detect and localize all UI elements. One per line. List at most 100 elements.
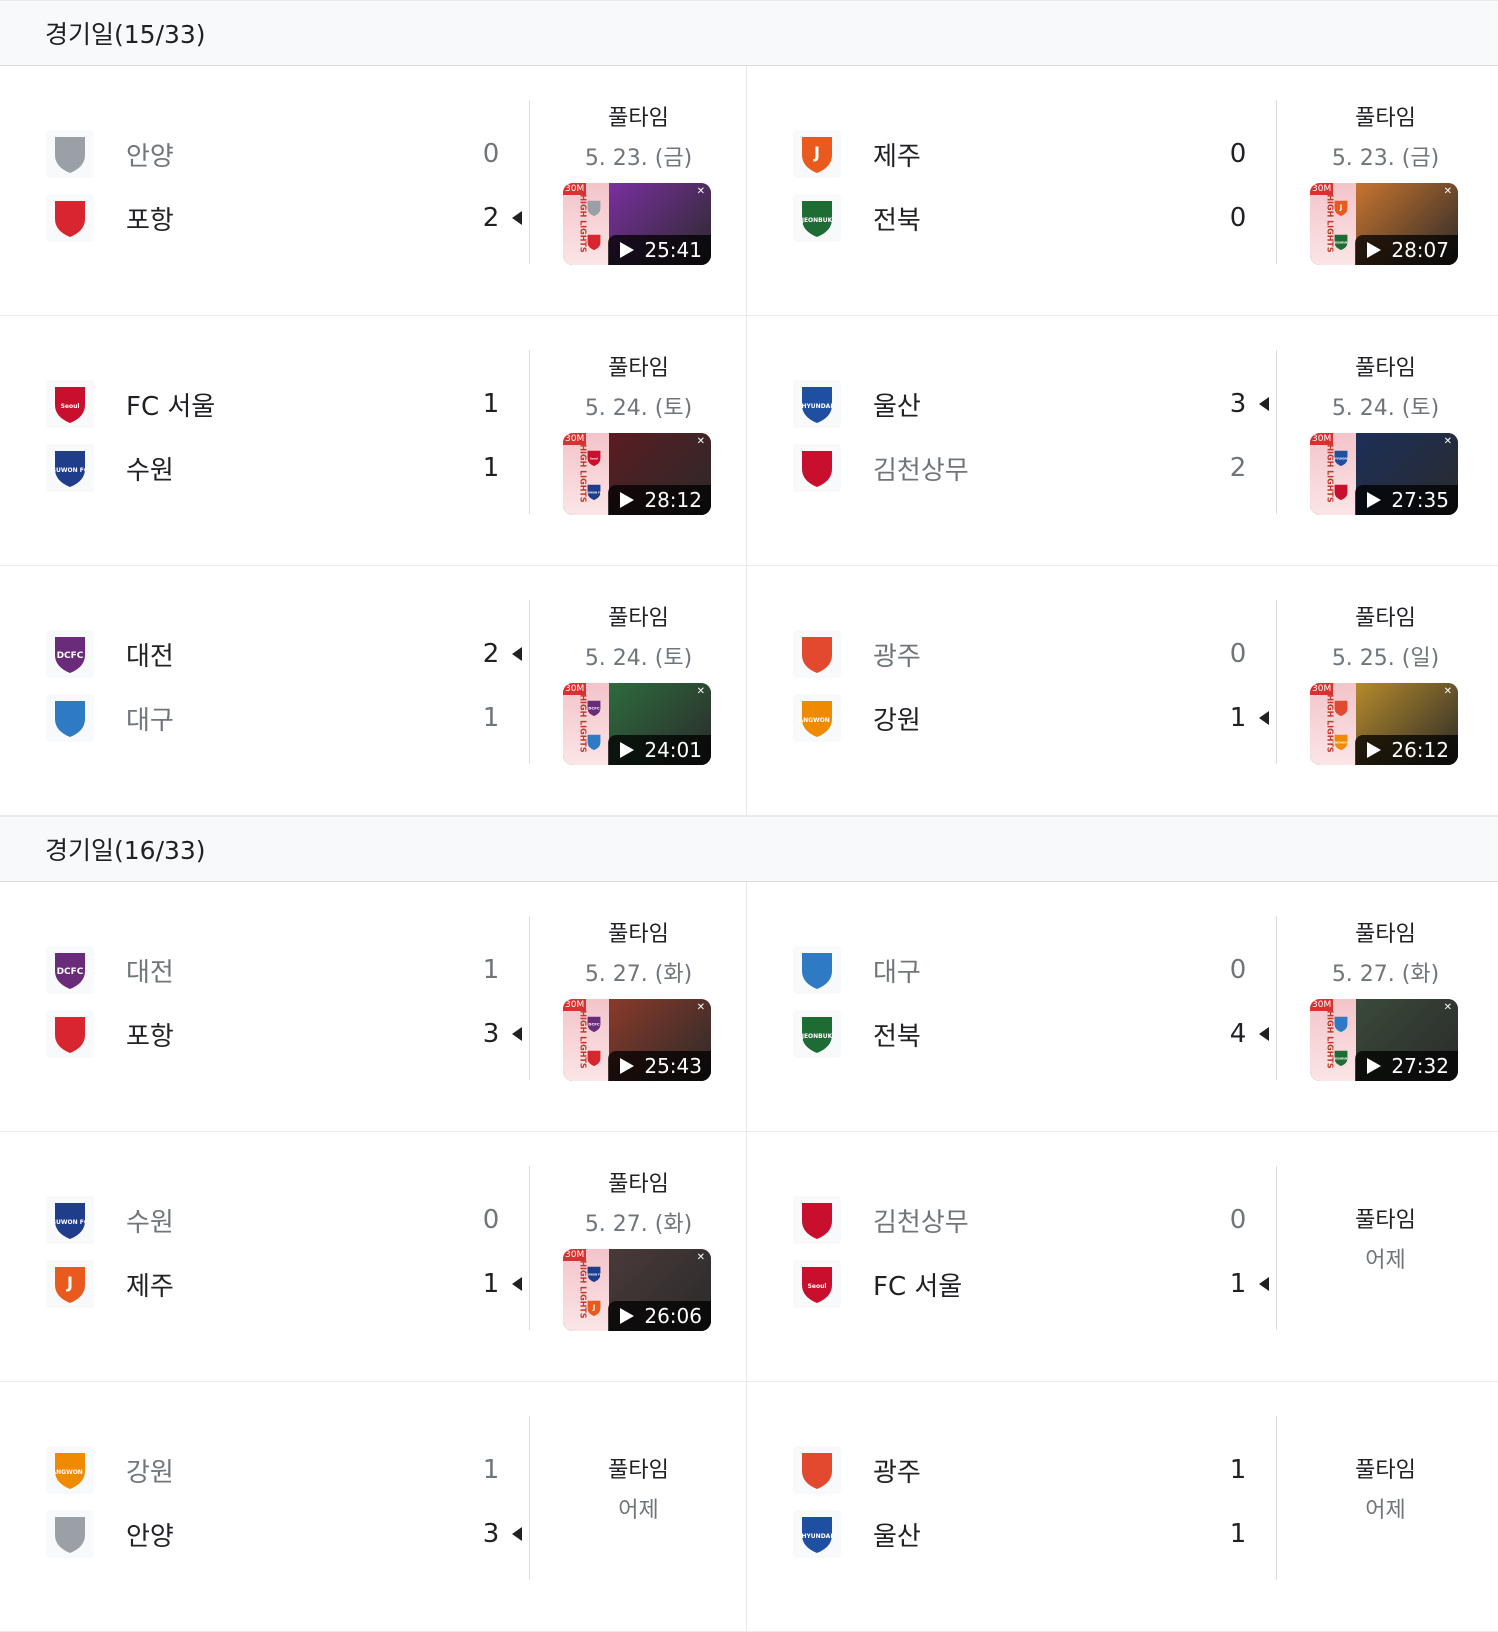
- status-label: 풀타임: [1355, 1208, 1416, 1233]
- pin-icon: ✕: [696, 1002, 705, 1013]
- team-name[interactable]: 안양: [126, 1516, 174, 1553]
- seoul-crest-icon: Seoul: [802, 1267, 832, 1303]
- suwon-crest-icon: SUWON FC: [586, 484, 602, 501]
- team-name[interactable]: 제주: [873, 136, 921, 173]
- highlight-video-thumbnail[interactable]: 30M HIGH LIGHTS Seoul SUWON FC ✕ 28:12: [563, 433, 711, 515]
- team-name[interactable]: 울산: [873, 386, 921, 423]
- svg-text:SUWON FC: SUWON FC: [586, 491, 602, 495]
- svg-text:GANGWON FC: GANGWON FC: [1332, 741, 1350, 745]
- duration-text: 25:41: [644, 238, 702, 262]
- team-score: 0: [482, 139, 500, 169]
- team-score: 1: [482, 1455, 500, 1485]
- status-label: 풀타임: [608, 356, 669, 381]
- match-results: 경기일(15/33) 안양 0 포항 2 풀타임 5. 23. (금) 30M HIGH LIG…: [0, 0, 1498, 1632]
- team-name[interactable]: 대전: [126, 952, 174, 989]
- team-logo: [793, 1446, 841, 1494]
- home-mini-crest: [1332, 699, 1350, 717]
- svg-text:SUWON FC: SUWON FC: [52, 1219, 89, 1226]
- team-logo: DCFC: [46, 946, 94, 994]
- team-logo: [46, 194, 94, 242]
- team-name[interactable]: 강원: [126, 1452, 174, 1489]
- daegu-crest-icon: [1334, 1016, 1348, 1033]
- match-card[interactable]: 광주0GANGWON FC강원1풀타임5. 25. (일)30MHIGH LIG…: [747, 566, 1498, 816]
- team-row-away: JEONBUK 전북 0: [747, 193, 1277, 243]
- svg-text:DCFC: DCFC: [57, 651, 84, 661]
- team-name[interactable]: 안양: [126, 136, 174, 173]
- team-logo: SUWON FC: [46, 1196, 94, 1244]
- team-name[interactable]: 포항: [126, 1016, 174, 1053]
- svg-text:JEONBUK: JEONBUK: [801, 1033, 833, 1040]
- svg-text:SUWON FC: SUWON FC: [586, 1273, 602, 1277]
- team-score: 4: [1229, 1019, 1247, 1049]
- team-name[interactable]: 수원: [126, 1202, 174, 1239]
- video-duration: 27:35: [1355, 485, 1458, 515]
- gimcheon-crest-icon: [1334, 484, 1348, 501]
- match-card[interactable]: GANGWON FC 강원 1 안양 3 풀타임어제: [0, 1382, 747, 1632]
- svg-text:Seoul: Seoul: [590, 457, 598, 461]
- team-name[interactable]: 김천상무: [873, 1202, 969, 1239]
- team-name[interactable]: 대구: [873, 952, 921, 989]
- match-card[interactable]: SUWON FC 수원 0 J 제주 1 풀타임 5. 27. (화) 30M HIGH LIGH…: [0, 1132, 747, 1382]
- duration-text: 28:12: [644, 488, 702, 512]
- match-card[interactable]: DCFC 대전 2 대구 1 풀타임 5. 24. (토) 30M HIGH LIGHTS DCF…: [0, 566, 747, 816]
- match-card[interactable]: 김천상무 0 Seoul FC 서울 1 풀타임 어제: [747, 1132, 1498, 1382]
- seoul-crest-icon: Seoul: [55, 387, 85, 423]
- team-name[interactable]: FC 서울: [126, 386, 215, 423]
- match-card[interactable]: 광주 1 HYUNDAI 울산 1 풀타임 어제: [747, 1382, 1498, 1632]
- team-name[interactable]: 포항: [126, 200, 174, 237]
- status-label: 풀타임: [608, 922, 669, 947]
- highlight-video-thumbnail[interactable]: 30M HIGH LIGHTS DCFC ✕ 25:43: [563, 999, 711, 1081]
- match-card[interactable]: HYUNDAI 울산 3 김천상무 2 풀타임 5. 24. (토) 30M HIGH LIGH…: [747, 316, 1498, 566]
- team-row-away: J 제주 1: [0, 1259, 530, 1309]
- duration-text: 27:32: [1391, 1054, 1449, 1078]
- winner-arrow-icon: [512, 1527, 522, 1541]
- pohang-crest-icon: [587, 1050, 601, 1067]
- match-card[interactable]: Seoul FC 서울 1 SUWON FC 수원 1 풀타임 5. 24. (토) 30M HI…: [0, 316, 747, 566]
- team-row-home: 광주 1: [747, 1445, 1277, 1495]
- highlight-video-thumbnail[interactable]: 30M HIGH LIGHTS J JEONBUK ✕ 28:07: [1310, 183, 1458, 265]
- team-name[interactable]: 대구: [126, 700, 174, 737]
- status-label: 풀타임: [1355, 922, 1416, 947]
- play-icon: [1367, 742, 1382, 758]
- highlight-video-thumbnail[interactable]: 30MHIGH LIGHTSGANGWON FC✕26:12: [1310, 683, 1458, 765]
- team-name[interactable]: 대전: [126, 636, 174, 673]
- daejeon-crest-icon: DCFC: [587, 700, 601, 717]
- suwon-crest-icon: SUWON FC: [52, 451, 89, 487]
- play-icon: [620, 742, 635, 758]
- match-date: 5. 23. (금): [1331, 146, 1440, 171]
- match-card[interactable]: J 제주 0 JEONBUK 전북 0 풀타임 5. 23. (금) 30M HIGH LIGHT…: [747, 66, 1498, 316]
- team-name[interactable]: 수원: [126, 450, 174, 487]
- team-name[interactable]: FC 서울: [873, 1266, 962, 1303]
- jeonbuk-crest-icon: JEONBUK: [1333, 1050, 1349, 1067]
- highlight-video-thumbnail[interactable]: 30M HIGH LIGHTS SUWON FC J ✕ 26:06: [563, 1249, 711, 1331]
- winner-arrow-icon: [512, 647, 522, 661]
- team-name[interactable]: 전북: [873, 1016, 921, 1053]
- highlight-video-thumbnail[interactable]: 30M HIGH LIGHTS DCFC ✕ 24:01: [563, 683, 711, 765]
- team-logo: J: [46, 1260, 94, 1308]
- match-card[interactable]: DCFC 대전 1 포항 3 풀타임 5. 27. (화) 30M HIGH LIGHTS DCF…: [0, 882, 747, 1132]
- team-name[interactable]: 광주: [873, 636, 921, 673]
- match-grid: DCFC 대전 1 포항 3 풀타임 5. 27. (화) 30M HIGH LIGHTS DCF…: [0, 882, 1498, 1632]
- team-name[interactable]: 광주: [873, 1452, 921, 1489]
- team-name[interactable]: 울산: [873, 1516, 921, 1553]
- team-name[interactable]: 김천상무: [873, 450, 969, 487]
- team-row-home: DCFC 대전 2: [0, 629, 530, 679]
- team-row-home: 김천상무 0: [747, 1195, 1277, 1245]
- match-date: 어제: [1365, 1498, 1406, 1523]
- highlight-video-thumbnail[interactable]: 30M HIGH LIGHTS JEONBUK ✕ 27:32: [1310, 999, 1458, 1081]
- away-mini-crest: JEONBUK: [1332, 233, 1350, 251]
- team-logo: HYUNDAI: [793, 380, 841, 428]
- team-score: 1: [482, 1269, 500, 1299]
- team-row-home: J 제주 0: [747, 129, 1277, 179]
- team-logo: GANGWON FC: [46, 1446, 94, 1494]
- team-name[interactable]: 제주: [126, 1266, 174, 1303]
- highlight-video-thumbnail[interactable]: 30M HIGH LIGHTS HYUNDAI ✕ 27:35: [1310, 433, 1458, 515]
- team-row-away: 포항 3: [0, 1009, 530, 1059]
- team-name[interactable]: 강원: [873, 700, 921, 737]
- match-card[interactable]: 안양 0 포항 2 풀타임 5. 23. (금) 30M HIGH LIGHTS ✕ 25:41: [0, 66, 747, 316]
- gangwon-crest-icon: GANGWON FC: [798, 701, 836, 737]
- match-card[interactable]: 대구 0 JEONBUK 전북 4 풀타임 5. 27. (화) 30M HIGH LIGHTS…: [747, 882, 1498, 1132]
- team-score: 0: [1229, 1205, 1247, 1235]
- team-name[interactable]: 전북: [873, 200, 921, 237]
- highlight-video-thumbnail[interactable]: 30M HIGH LIGHTS ✕ 25:41: [563, 183, 711, 265]
